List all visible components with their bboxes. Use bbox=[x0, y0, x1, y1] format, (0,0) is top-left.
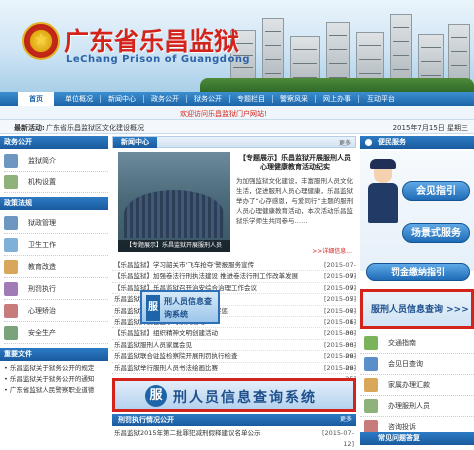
service-item-visit-day[interactable]: 会见日查询 bbox=[360, 354, 474, 375]
right-column: 便民服务 会见指引 场景式服务 罚金缴纳指引 服刑人员信息查询 >>> 交通指南… bbox=[360, 136, 474, 447]
topic-menu: 狱政管理 卫生工作 教育改造 刑罚执行 心理矫治 安全生产 bbox=[0, 210, 108, 344]
more-link[interactable]: 更多 bbox=[339, 138, 351, 147]
document-icon bbox=[4, 154, 18, 168]
topic-item-education[interactable]: 教育改造 bbox=[4, 256, 108, 278]
ticker-link[interactable]: 广东省乐昌监狱区文化建设概况 bbox=[46, 123, 144, 133]
car-icon bbox=[364, 336, 378, 350]
service-panel: 会见指引 场景式服务 罚金缴纳指引 bbox=[360, 151, 474, 281]
featured-title[interactable]: 【专题展示】乐昌监狱开展服刑人员心理健康教育活动纪实 bbox=[236, 154, 354, 172]
left-column: 政务公开 监狱简介 机构设置 政策法规 狱政管理 卫生工作 教育改造 刑罚执行 … bbox=[0, 136, 108, 447]
site-subtitle: LeChang Prison of Guangdong bbox=[66, 54, 251, 65]
query-banner-text: 刑人员信息查询系统 bbox=[173, 390, 317, 406]
heart-icon bbox=[4, 303, 18, 318]
featured-body: 为加强监狱文化建设，丰富服刑人员文化生活，促进服刑人员心理健康，乐昌监狱举办了“… bbox=[236, 177, 354, 225]
docs-list: • 乐昌监狱关于狱务公开的规定 • 乐昌监狱关于狱务公开的通知 • 广东省监狱人… bbox=[0, 361, 108, 396]
nav-police[interactable]: 警察风采 bbox=[275, 92, 313, 106]
topic-item-sentence[interactable]: 刑罚执行 bbox=[4, 278, 108, 300]
featured-image[interactable]: 【专题展示】乐昌监狱开展服刑人员 bbox=[118, 152, 230, 252]
gavel-icon bbox=[4, 281, 18, 296]
site-banner: ★ 广东省乐昌监狱 LeChang Prison of Guangdong bbox=[0, 0, 474, 92]
list-item[interactable]: • 广东省监狱人民警察职业道德 bbox=[4, 385, 108, 396]
list-item[interactable]: 乐昌监狱举行服刑人员书法绘画比赛[2015-06-25] bbox=[112, 363, 356, 383]
service-section-head: 便民服务 bbox=[360, 136, 474, 149]
main-nav: 首页 单位概况 新闻中心 政务公开 狱务公开 专题栏目 警察风采 网上办事 互动… bbox=[0, 92, 474, 106]
gov-item-intro[interactable]: 监狱简介 bbox=[4, 151, 108, 172]
visit-guide-button[interactable]: 会见指引 bbox=[402, 181, 470, 201]
ticker-bar: 最新活动: 广东省乐昌监狱区文化建设概况 2015年7月15日 星期三 bbox=[0, 120, 474, 251]
money-icon bbox=[364, 378, 378, 392]
management-icon bbox=[4, 215, 18, 230]
prisoner-query-text: 服刑人员信息查询 >>> bbox=[371, 305, 469, 315]
nav-gov-affairs[interactable]: 政务公开 bbox=[146, 92, 184, 106]
nav-home[interactable]: 首页 bbox=[18, 92, 54, 106]
nav-topics[interactable]: 专题栏目 bbox=[232, 92, 270, 106]
featured-caption: 【专题展示】乐昌监狱开展服刑人员 bbox=[118, 240, 230, 252]
faq-section-head: 常见问题答复 bbox=[360, 432, 474, 445]
education-icon bbox=[4, 259, 18, 274]
featured-news: 【专题展示】乐昌监狱开展服刑人员 【专题展示】乐昌监狱开展服刑人员心理健康教育活… bbox=[112, 150, 356, 258]
prisoner-query-banner[interactable]: 服 刑人员信息查询系统 bbox=[112, 378, 356, 412]
prisoner-query-link[interactable]: 服刑人员信息查询 >>> bbox=[360, 289, 474, 329]
service-item-remittance[interactable]: 家属办理汇款 bbox=[360, 375, 474, 396]
folder-icon bbox=[364, 399, 378, 413]
service-item-handle[interactable]: 办理服刑人员 bbox=[360, 396, 474, 417]
nav-interaction[interactable]: 互动平台 bbox=[361, 92, 401, 106]
police-mascot-icon bbox=[366, 159, 400, 239]
query-logo-icon: 服 bbox=[145, 385, 167, 407]
service-item-traffic[interactable]: 交通指南 bbox=[360, 333, 474, 354]
sentence-section-head: 刑罚执行情况公开 更多 bbox=[112, 414, 356, 426]
nav-prison-affairs[interactable]: 狱务公开 bbox=[189, 92, 227, 106]
float-query-logo: 服 bbox=[146, 295, 160, 321]
list-item[interactable]: 【乐昌监狱】加强卷法行刑执法建设 推进卷法行刑工作改革发展 [2015-07-09… bbox=[112, 271, 356, 292]
nav-online-service[interactable]: 网上办事 bbox=[318, 92, 356, 106]
ticker-label: 最新活动: bbox=[14, 124, 45, 132]
calendar-icon bbox=[364, 357, 378, 371]
nav-news[interactable]: 新闻中心 bbox=[103, 92, 141, 106]
detail-link[interactable]: >>详细信息... bbox=[312, 246, 352, 255]
bullet-icon bbox=[365, 139, 372, 146]
topic-section-head: 政策法规 bbox=[0, 197, 108, 210]
scenario-service-button[interactable]: 场景式服务 bbox=[402, 223, 470, 243]
trees-graphic bbox=[200, 78, 474, 92]
welcome-bar: 欢迎访问乐昌监狱门户网站! bbox=[0, 106, 474, 120]
org-chart-icon bbox=[4, 175, 18, 189]
health-icon bbox=[4, 237, 18, 252]
nav-about[interactable]: 单位概况 bbox=[60, 92, 98, 106]
topic-item-safety[interactable]: 安全生产 bbox=[4, 322, 108, 344]
featured-text: 【专题展示】乐昌监狱开展服刑人员心理健康教育活动纪实 为加强监狱文化建设，丰富服… bbox=[236, 154, 354, 255]
crowd-graphic bbox=[124, 190, 224, 238]
gov-section-head: 政务公开 bbox=[0, 136, 108, 149]
list-item[interactable]: 【乐昌监狱】学习韶关市'飞车抢夺'警报服务宣传 [2015-07-09] bbox=[112, 260, 356, 280]
topic-item-health[interactable]: 卫生工作 bbox=[4, 234, 108, 256]
list-item[interactable]: 乐昌监狱服刑人员家属会见 [2015-06-29] bbox=[112, 340, 356, 360]
list-item[interactable]: 乐昌监狱联合驻监检察院开展刑罚执行检查 [2015-06-29] bbox=[112, 351, 356, 372]
list-item[interactable]: • 乐昌监狱关于狱务公开的规定 bbox=[4, 363, 108, 374]
more-link[interactable]: 更多 bbox=[340, 414, 352, 426]
safety-icon bbox=[4, 325, 18, 340]
gov-item-org[interactable]: 机构设置 bbox=[4, 172, 108, 193]
list-item[interactable]: 【乐昌监狱】组织精神文明创建活动 [2015-06-30] bbox=[112, 328, 356, 349]
float-query-text: 刑人员信息查询系统 bbox=[164, 297, 212, 319]
police-emblem-icon: ★ bbox=[22, 22, 60, 60]
site-title: 广东省乐昌监狱 bbox=[64, 27, 240, 56]
topic-item-management[interactable]: 狱政管理 bbox=[4, 212, 108, 234]
floating-query-banner[interactable]: 服 刑人员信息查询系统 bbox=[140, 290, 220, 324]
docs-section-head: 重要文件 bbox=[0, 348, 108, 361]
news-section-head: 新闻中心 更多 bbox=[112, 136, 356, 148]
list-item[interactable]: • 乐昌监狱关于狱务公开的通知 bbox=[4, 374, 108, 385]
list-item[interactable]: 乐昌监狱2015年第二批罪犯减刑假释建议名单公示 [2015-07-12] bbox=[114, 428, 354, 448]
fine-payment-button[interactable]: 罚金缴纳指引 bbox=[366, 263, 470, 281]
news-section-title: 新闻中心 bbox=[113, 137, 157, 148]
topic-item-psychology[interactable]: 心理矫治 bbox=[4, 300, 108, 322]
gov-menu: 监狱简介 机构设置 bbox=[0, 149, 108, 193]
welcome-text: 欢迎访问乐昌监狱门户网站! bbox=[180, 110, 267, 118]
current-date: 2015年7月15日 星期三 bbox=[392, 124, 468, 132]
service-menu: 交通指南 会见日查询 家属办理汇款 办理服刑人员 咨询投诉 bbox=[360, 333, 474, 438]
